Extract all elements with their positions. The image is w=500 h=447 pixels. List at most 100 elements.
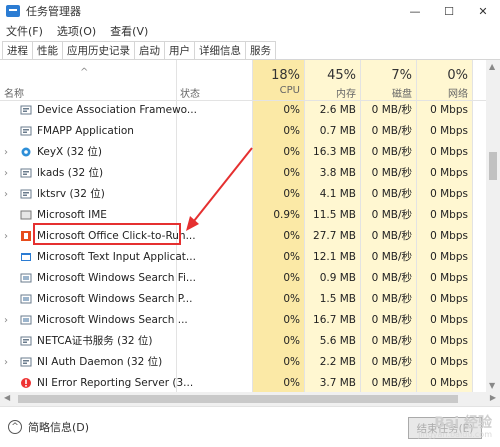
process-disk: 0 MB/秒: [371, 356, 412, 368]
table-row[interactable]: › lktsrv (32 位) 0% 4.1 MB 0 MB/秒 0 Mbps: [0, 184, 486, 205]
process-memory: 1.5 MB: [319, 293, 356, 305]
process-disk: 0 MB/秒: [371, 146, 412, 158]
minimize-button[interactable]: —: [398, 0, 432, 22]
process-cpu: 0%: [283, 377, 300, 389]
key-icon: [20, 146, 32, 158]
scroll-thumb[interactable]: [489, 152, 497, 180]
process-name: Microsoft Windows Search Fi...: [37, 272, 196, 284]
process-disk: 0 MB/秒: [371, 188, 412, 200]
office-icon: [20, 230, 32, 242]
tab-bar: 进程 性能 应用历史记录 启动 用户 详细信息 服务: [0, 40, 500, 60]
vertical-scrollbar[interactable]: ▲ ▼: [486, 60, 500, 392]
process-network: 0 Mbps: [430, 125, 468, 137]
process-memory: 16.7 MB: [313, 314, 356, 326]
process-name: Microsoft Windows Search ...: [37, 314, 188, 326]
expand-chevron-icon[interactable]: ›: [4, 142, 8, 163]
header-disk[interactable]: 磁盘: [360, 85, 412, 100]
process-disk: 0 MB/秒: [371, 230, 412, 242]
menu-bar: 文件(F) 选项(O) 查看(V): [0, 22, 500, 40]
process-cpu: 0%: [283, 251, 300, 263]
table-row[interactable]: › lkads (32 位) 0% 3.8 MB 0 MB/秒 0 Mbps: [0, 163, 486, 184]
header-name[interactable]: 名称: [4, 85, 24, 100]
header-disk-pct[interactable]: 7%: [360, 68, 412, 83]
table-row[interactable]: › KeyX (32 位) 0% 16.3 MB 0 MB/秒 0 Mbps: [0, 142, 486, 163]
process-network: 0 Mbps: [430, 377, 468, 389]
table-row[interactable]: NETCA证书服务 (32 位) 0% 5.6 MB 0 MB/秒 0 Mbps: [0, 331, 486, 352]
expand-chevron-icon[interactable]: ›: [4, 352, 8, 373]
process-disk: 0 MB/秒: [371, 125, 412, 137]
process-name: NI Auth Daemon (32 位): [37, 356, 163, 368]
maximize-button[interactable]: ☐: [432, 0, 466, 22]
process-name: lkads (32 位): [37, 167, 104, 179]
footer: ^ 简略信息(D) 结束任务(E): [0, 406, 500, 447]
process-cpu: 0%: [283, 125, 300, 137]
chevron-up-icon[interactable]: ^: [8, 420, 22, 434]
tab-performance[interactable]: 性能: [32, 41, 63, 59]
table-row[interactable]: FMAPP Application 0% 0.7 MB 0 MB/秒 0 Mbps: [0, 121, 486, 142]
table-row[interactable]: NI Error Reporting Server (3... 0% 3.7 MB 0…: [0, 373, 486, 392]
table-header: ^ 名称 状态 18% CPU 45% 内存 7% 磁盘 0% 网络: [0, 60, 486, 101]
tab-services[interactable]: 服务: [245, 41, 276, 59]
tab-processes[interactable]: 进程: [2, 41, 33, 59]
expand-chevron-icon[interactable]: ›: [4, 184, 8, 205]
tab-details[interactable]: 详细信息: [194, 41, 246, 59]
task-manager-icon: [6, 5, 20, 17]
scroll-down-icon[interactable]: ▼: [489, 381, 495, 390]
tab-app-history[interactable]: 应用历史记录: [62, 41, 135, 59]
expand-chevron-icon[interactable]: ›: [4, 226, 8, 247]
menu-view[interactable]: 查看(V): [110, 23, 148, 39]
process-memory: 0.7 MB: [319, 125, 356, 137]
watermark-sub: jingyan.baidu.com: [418, 430, 492, 439]
process-memory: 11.5 MB: [313, 209, 356, 221]
process-memory: 12.1 MB: [313, 251, 356, 263]
process-cpu: 0%: [283, 356, 300, 368]
expand-chevron-icon[interactable]: ›: [4, 163, 8, 184]
header-cpu[interactable]: CPU: [252, 85, 300, 96]
process-cpu: 0%: [283, 335, 300, 347]
scroll-left-icon[interactable]: ◀: [4, 393, 10, 402]
tab-users[interactable]: 用户: [164, 41, 195, 59]
table-row[interactable]: Device Association Framewo... 0% 2.6 MB 0 M…: [0, 100, 486, 121]
header-net[interactable]: 网络: [416, 85, 468, 100]
header-mem-pct[interactable]: 45%: [304, 68, 356, 83]
service-icon: [20, 104, 32, 116]
table-row[interactable]: › NI Auth Daemon (32 位) 0% 2.2 MB 0 MB/秒 0 Mb…: [0, 352, 486, 373]
process-memory: 2.6 MB: [319, 104, 356, 116]
table-row[interactable]: Microsoft Windows Search Fi... 0% 0.9 MB 0 …: [0, 268, 486, 289]
process-network: 0 Mbps: [430, 272, 468, 284]
window-title: 任务管理器: [26, 5, 81, 18]
table-row[interactable]: Microsoft Windows Search P... 0% 1.5 MB 0 M…: [0, 289, 486, 310]
close-button[interactable]: ✕: [466, 0, 500, 22]
process-name: lktsrv (32 位): [37, 188, 105, 200]
less-details-link[interactable]: 简略信息(D): [28, 419, 89, 435]
process-name: Microsoft Windows Search P...: [37, 293, 193, 305]
hscroll-thumb[interactable]: [18, 395, 458, 403]
scroll-up-icon[interactable]: ▲: [489, 62, 495, 71]
process-disk: 0 MB/秒: [371, 251, 412, 263]
process-disk: 0 MB/秒: [371, 293, 412, 305]
process-name: Device Association Framewo...: [37, 104, 197, 116]
header-mem[interactable]: 内存: [304, 85, 356, 100]
process-memory: 27.7 MB: [313, 230, 356, 242]
expand-chevron-icon[interactable]: ›: [4, 310, 8, 331]
process-memory: 16.3 MB: [313, 146, 356, 158]
scroll-right-icon[interactable]: ▶: [490, 393, 496, 402]
process-cpu: 0%: [283, 230, 300, 242]
process-network: 0 Mbps: [430, 335, 468, 347]
table-row[interactable]: › Microsoft Windows Search ... 0% 16.7 MB 0 …: [0, 310, 486, 331]
tab-startup[interactable]: 启动: [134, 41, 165, 59]
menu-file[interactable]: 文件(F): [6, 23, 43, 39]
process-network: 0 Mbps: [430, 293, 468, 305]
horizontal-scrollbar[interactable]: ◀ ▶: [0, 392, 500, 406]
menu-options[interactable]: 选项(O): [57, 23, 96, 39]
table-row[interactable]: Microsoft Text Input Applicat... 0% 12.1 M…: [0, 247, 486, 268]
header-net-pct[interactable]: 0%: [416, 68, 468, 83]
search-service-icon: [20, 293, 32, 305]
watermark: Bai 经验: [434, 415, 492, 431]
process-name: FMAPP Application: [37, 125, 134, 137]
process-disk: 0 MB/秒: [371, 314, 412, 326]
process-memory: 3.8 MB: [319, 167, 356, 179]
header-status[interactable]: 状态: [180, 85, 200, 100]
header-cpu-pct[interactable]: 18%: [252, 68, 300, 83]
process-cpu: 0%: [283, 314, 300, 326]
